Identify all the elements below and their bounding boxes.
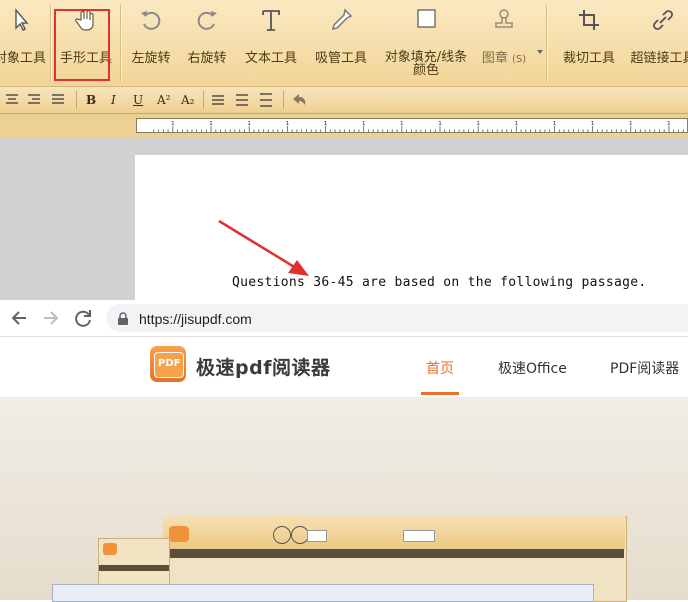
product-screenshot-toolbar [163,516,625,550]
lock-icon [118,312,128,325]
logo-text: PDF [158,358,181,369]
mini-back-icon [273,526,291,544]
red-annotation-arrow [218,219,309,276]
brand-name[interactable]: 极速pdf阅读器 [196,353,330,380]
product-screenshot-tabbar [164,549,624,558]
mini-logo-icon [103,543,117,555]
mini-logo-icon [169,526,189,542]
mini-zoom-field [403,530,435,542]
product-screenshot-front [52,584,594,602]
nav-pdf-reader[interactable]: PDF阅读器 [610,358,679,378]
pdf-editor-window: 对象工具 手形工具 左旋转 右旋转 文本工具 吸管工具 对象填充/线条 颜色 图… [0,0,688,300]
back-arrow-icon[interactable] [8,307,30,329]
url-text: https://jisupdf.com [139,311,252,327]
reload-icon[interactable] [72,307,94,329]
nav-home[interactable]: 首页 [426,358,454,378]
mini-tabbar [99,565,169,571]
nav-office[interactable]: 极速Office [498,358,567,378]
address-bar: https://jisupdf.com [0,300,688,337]
site-logo[interactable]: PDF [150,346,186,382]
forward-arrow-icon[interactable] [40,307,62,329]
site-header [0,337,688,397]
mini-page-field [307,530,327,542]
active-nav-underline [421,392,459,395]
logo-inner: PDF [154,352,184,378]
